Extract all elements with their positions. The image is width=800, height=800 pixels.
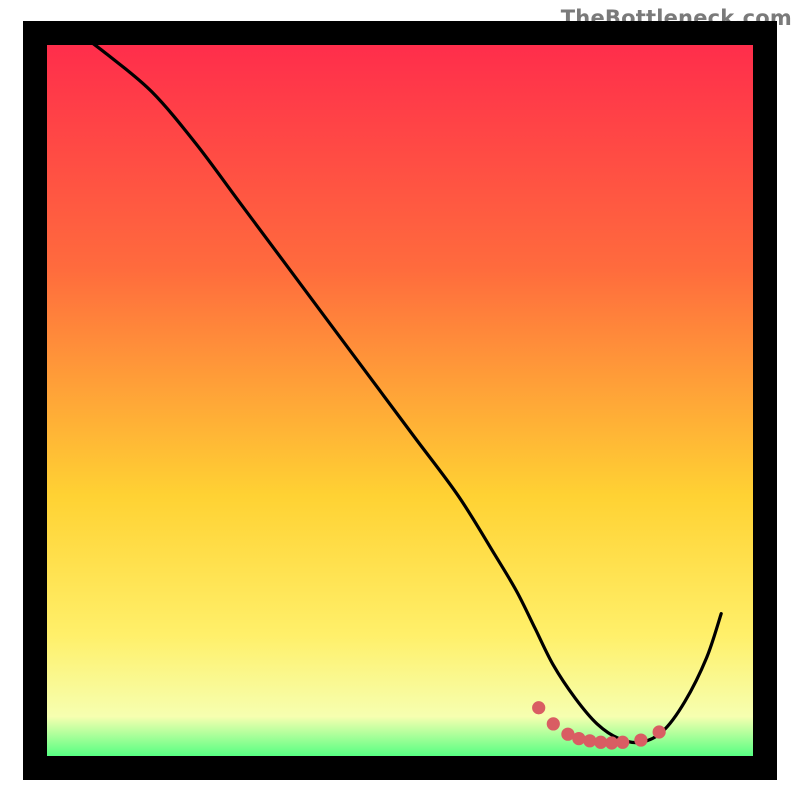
gradient-plot-area xyxy=(35,33,765,768)
chart-svg xyxy=(0,0,800,800)
chart-stage: TheBottleneck.com xyxy=(0,0,800,800)
